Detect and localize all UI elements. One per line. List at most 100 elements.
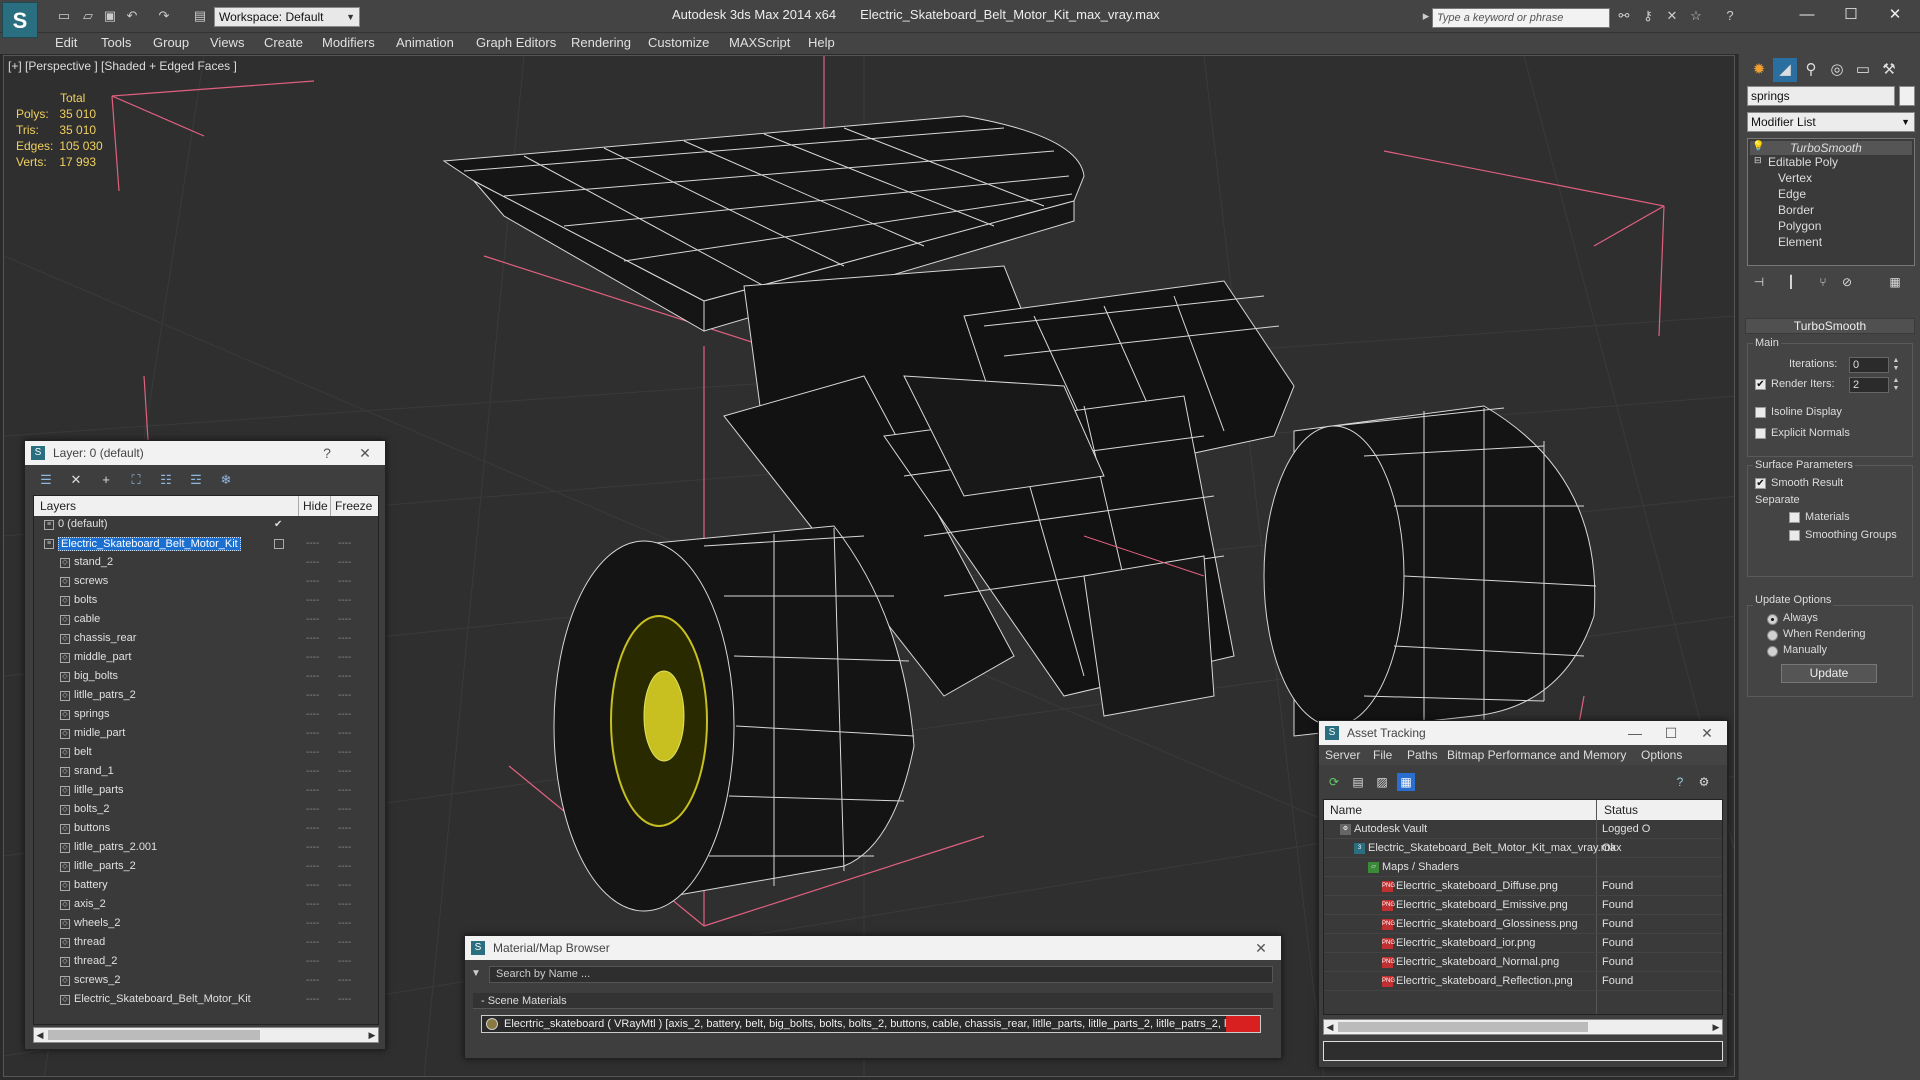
freeze-toggle[interactable]: ---- <box>338 576 351 587</box>
asset-row[interactable]: PNG Elecrtric_skateboard_Normal.png Found <box>1324 953 1722 972</box>
freeze-toggle[interactable]: ---- <box>338 766 351 777</box>
asset-row[interactable]: PNG Elecrtric_skateboard_Diffuse.png Found <box>1324 877 1722 896</box>
asset-row[interactable]: ▱ Maps / Shaders <box>1324 858 1722 877</box>
hide-toggle[interactable]: ---- <box>306 614 319 625</box>
asset-row[interactable]: ⚙ Autodesk Vault Logged O <box>1324 820 1722 839</box>
collapse-icon[interactable]: ⊟ <box>1754 155 1762 166</box>
make-unique-icon[interactable]: ⑂ <box>1815 274 1831 290</box>
menu-graph-editors[interactable]: Graph Editors <box>476 35 556 50</box>
menu-file[interactable]: File <box>1373 748 1392 762</box>
show-end-result-icon[interactable]: ┃ <box>1783 274 1799 290</box>
close-button[interactable]: ✕ <box>1880 4 1910 26</box>
render-iters-checkbox[interactable]: ✔ <box>1755 379 1766 390</box>
menu-paths[interactable]: Paths <box>1407 748 1438 762</box>
layer-row[interactable]: ◇ screws_2 ---- ---- <box>34 972 378 991</box>
modify-tab-icon[interactable]: ◢ <box>1773 58 1797 82</box>
minimize-button[interactable]: — <box>1792 4 1822 26</box>
freeze-toggle[interactable]: ---- <box>338 994 351 1005</box>
redo-icon[interactable]: ↷ <box>156 8 172 24</box>
layer-horizontal-scrollbar[interactable]: ◀ ▶ <box>33 1027 379 1043</box>
menu-maxscript[interactable]: MAXScript <box>729 35 790 50</box>
scroll-left-icon[interactable]: ◀ <box>34 1028 46 1042</box>
hide-toggle[interactable]: ---- <box>306 747 319 758</box>
maximize-icon[interactable]: ☐ <box>1659 721 1683 745</box>
thumbnail-view-icon[interactable]: ▨ <box>1373 773 1391 791</box>
maximize-button[interactable]: ☐ <box>1836 4 1866 26</box>
layer-row[interactable]: ◇ litlle_patrs_2.001 ---- ---- <box>34 839 378 858</box>
freeze-toggle[interactable]: ---- <box>338 937 351 948</box>
remove-modifier-icon[interactable]: ⊘ <box>1839 274 1855 290</box>
turbosmooth-rollout[interactable]: TurboSmooth <box>1745 318 1915 334</box>
object-color-swatch[interactable] <box>1899 86 1915 106</box>
freeze-toggle[interactable]: ---- <box>338 785 351 796</box>
viewport-label[interactable]: [+] [Perspective ] [Shaded + Edged Faces… <box>8 59 237 73</box>
layer-row[interactable]: ◇ bolts ---- ---- <box>34 592 378 611</box>
layer-row[interactable]: ◇ big_bolts ---- ---- <box>34 668 378 687</box>
undo-icon[interactable]: ↶ <box>124 8 140 24</box>
update-button[interactable]: Update <box>1781 664 1877 683</box>
menu-create[interactable]: Create <box>264 35 303 50</box>
layer-row[interactable]: ◇ Electric_Skateboard_Belt_Motor_Kit ---- -… <box>34 991 378 1010</box>
asset-horizontal-scrollbar[interactable]: ◀ ▶ <box>1323 1019 1723 1035</box>
menu-help[interactable]: Help <box>808 35 835 50</box>
menu-bitmap-performance[interactable]: Bitmap Performance and Memory <box>1447 748 1626 762</box>
help-icon[interactable]: ? <box>315 441 339 465</box>
spinner-arrows-icon[interactable]: ▲ ▼ <box>1891 377 1901 393</box>
freeze-toggle[interactable]: ---- <box>338 956 351 967</box>
layer-row-default[interactable]: ≡ 0 (default) ✔ <box>34 516 378 535</box>
menu-tools[interactable]: Tools <box>101 35 131 50</box>
list-view-icon[interactable]: ▤ <box>1349 773 1367 791</box>
freeze-toggle[interactable]: ---- <box>338 633 351 644</box>
hide-toggle[interactable]: ---- <box>306 842 319 853</box>
update-manually-radio[interactable] <box>1767 646 1778 657</box>
freeze-toggle[interactable]: ---- <box>338 861 351 872</box>
hide-toggle[interactable]: ---- <box>306 956 319 967</box>
freeze-toggle[interactable]: ---- <box>338 880 351 891</box>
hide-toggle[interactable]: ---- <box>306 557 319 568</box>
freeze-toggle[interactable]: ---- <box>338 671 351 682</box>
freeze-column-header[interactable]: Freeze <box>330 496 372 516</box>
stack-subobject-vertex[interactable]: Vertex <box>1778 171 1812 185</box>
update-when-rendering-radio[interactable] <box>1767 630 1778 641</box>
app-logo[interactable]: S <box>2 2 38 38</box>
object-name-field[interactable]: springs <box>1747 86 1895 106</box>
freeze-toggle[interactable]: ---- <box>338 709 351 720</box>
menu-animation[interactable]: Animation <box>396 35 454 50</box>
menu-group[interactable]: Group <box>153 35 189 50</box>
utilities-tab-icon[interactable]: ⚒ <box>1877 58 1901 82</box>
hide-toggle[interactable]: ---- <box>306 918 319 929</box>
layer-row[interactable]: ◇ chassis_rear ---- ---- <box>34 630 378 649</box>
layers-column-header[interactable]: Layers <box>40 499 76 513</box>
layer-row[interactable]: ◇ axis_2 ---- ---- <box>34 896 378 915</box>
menu-options[interactable]: Options <box>1641 748 1682 762</box>
freeze-toggle[interactable]: ---- <box>338 747 351 758</box>
freeze-toggle[interactable]: ---- <box>338 538 351 549</box>
set-current-layer-icon[interactable] <box>274 539 284 549</box>
menu-rendering[interactable]: Rendering <box>571 35 631 50</box>
layer-row[interactable]: ◇ litlle_parts ---- ---- <box>34 782 378 801</box>
add-to-layer-icon[interactable]: + <box>97 471 115 489</box>
hide-toggle[interactable]: ---- <box>306 728 319 739</box>
status-column-header[interactable]: Status <box>1604 803 1638 817</box>
update-always-radio[interactable] <box>1767 614 1778 625</box>
layer-row[interactable]: ◇ bolts_2 ---- ---- <box>34 801 378 820</box>
hide-toggle[interactable]: ---- <box>306 994 319 1005</box>
hierarchy-tab-icon[interactable]: ⚲ <box>1799 58 1823 82</box>
stack-subobject-polygon[interactable]: Polygon <box>1778 219 1821 233</box>
freeze-toggle[interactable]: ---- <box>338 899 351 910</box>
open-file-icon[interactable]: ▱ <box>80 8 96 24</box>
motion-tab-icon[interactable]: ◎ <box>1825 58 1849 82</box>
hide-toggle[interactable]: ---- <box>306 538 319 549</box>
freeze-toggle[interactable]: ---- <box>338 557 351 568</box>
freeze-toggle[interactable]: ---- <box>338 652 351 663</box>
close-icon[interactable]: ✕ <box>1695 721 1719 745</box>
name-column-header[interactable]: Name <box>1330 803 1362 817</box>
hide-toggle[interactable]: ---- <box>306 975 319 986</box>
menu-customize[interactable]: Customize <box>648 35 709 50</box>
hide-toggle[interactable]: ---- <box>306 671 319 682</box>
layer-row[interactable]: ◇ wheels_2 ---- ---- <box>34 915 378 934</box>
spinner-arrows-icon[interactable]: ▲ ▼ <box>1891 357 1901 373</box>
key-icon[interactable]: ⚷ <box>1640 8 1656 24</box>
asset-row[interactable]: 3 Electric_Skateboard_Belt_Motor_Kit_max_… <box>1324 839 1722 858</box>
freeze-toggle[interactable]: ---- <box>338 595 351 606</box>
